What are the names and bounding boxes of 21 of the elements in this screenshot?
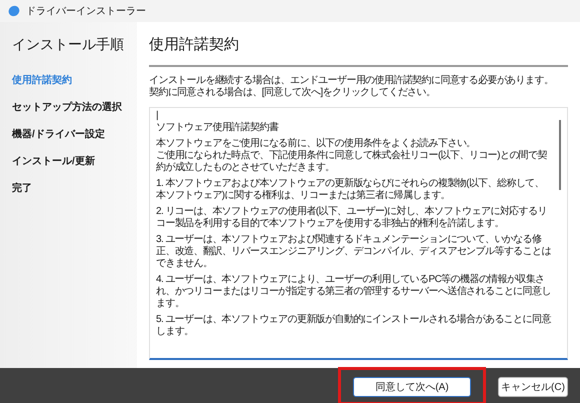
license-clause: 2. リコーは、本ソフトウェアの使用者(以下、ユーザー)に対し、本ソフトウェアに対応するリコー製品を利用する目的で本ソフトウェアを使用する非独占的権利を許諾します。 — [156, 206, 548, 230]
license-clause: 5. ユーザーは、本ソフトウェアの更新版が自動的にインストールされる場合があることに同意します。 — [156, 314, 551, 338]
text-cursor: | — [156, 110, 158, 122]
license-title: ソフトウェア使用許諾契約書 — [156, 122, 280, 134]
app-icon — [8, 5, 20, 17]
license-clause: 1. 本ソフトウェアおよび本ソフトウェアの更新版ならびにそれらの複製物(以下、総称して、本ソフトウェア)に関する権利は、リコーまたは第三者に帰属します。 — [156, 178, 546, 202]
page-heading: 使用許諾契約 — [149, 34, 568, 66]
step-item: インストール/更新 — [11, 154, 96, 169]
step-item: 完了 — [11, 181, 33, 196]
dialog-button[interactable]: 同意して次へ(A) — [353, 377, 471, 397]
dialog-button[interactable]: キャンセル(C) — [498, 377, 568, 397]
step-item: 使用許諾契約 — [10, 74, 73, 88]
license-clause: 4. ユーザーは、本ソフトウェアにより、ユーザーの利用しているPC等の機器の情報が収集され、かつリコーまたはリコーが指定する第三者の管理するサーバーへ送信されることに同意します。 — [156, 274, 551, 310]
step-item: セットアップ方法の選択 — [11, 100, 123, 115]
step-item: 機器/ドライバー設定 — [10, 127, 106, 142]
scrollbar-thumb[interactable] — [559, 120, 561, 190]
license-clause: 3. ユーザーは、本ソフトウェアおよび関連するドキュメンテーションについて、いかなる修正、改造、翻訳、リバースエンジニアリング、デコンパイル、ディスアセンブル等することはできません。 — [156, 234, 551, 270]
window-title: ドライバーインストーラー — [26, 4, 146, 18]
instruction-text: インストールを継続する場合は、エンドユーザー用の使用許諾契約に同意する必要があります。 契約に同意される場合は、[同意して次へ]をクリックしてください。 — [149, 74, 554, 98]
sidebar-title: インストール手順 — [11, 35, 125, 54]
license-intro: 本ソフトウェアをご使用になる前に、以下の使用条件をよくお読み下さい。 ご使用になられた時点で、下記使用条件に同意して株式会社リコー(以下、リコー)との間で契約が成立したものとさせていただきます。 — [156, 138, 548, 174]
